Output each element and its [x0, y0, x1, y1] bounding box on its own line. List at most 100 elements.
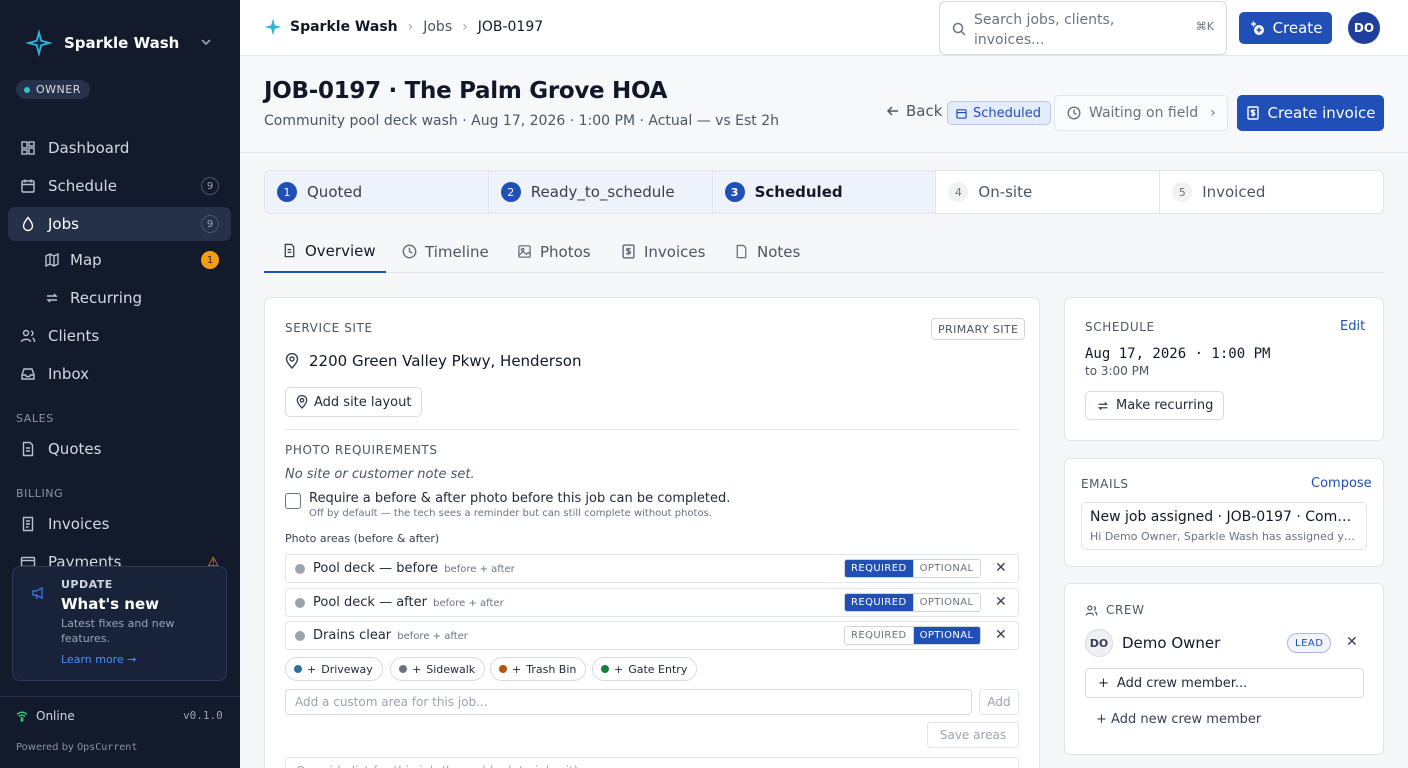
- requirement-toggle: REQUIRED OPTIONAL: [844, 593, 981, 612]
- override-list-input[interactable]: Override list for this job (leave blank …: [285, 757, 1019, 768]
- step-on-site[interactable]: 4 On-site: [936, 171, 1161, 213]
- suggested-area-chip[interactable]: + Sidewalk: [390, 657, 486, 681]
- search-icon: [952, 22, 966, 36]
- close-icon[interactable]: ✕: [995, 560, 1007, 576]
- avatar: DO: [1085, 629, 1113, 657]
- step-scheduled[interactable]: 3 Scheduled: [712, 171, 937, 213]
- create-button[interactable]: Create: [1239, 12, 1332, 44]
- site-note: No site or customer note set.: [285, 467, 475, 482]
- calendar-icon: [956, 108, 967, 119]
- map-pin-icon: [285, 353, 299, 369]
- breadcrumb-app[interactable]: Sparkle Wash: [264, 18, 398, 36]
- count-badge: 9: [201, 215, 219, 233]
- step-invoiced[interactable]: 5 Invoiced: [1160, 171, 1383, 213]
- sidebar-item-jobs[interactable]: Jobs 9: [8, 207, 231, 241]
- search-input[interactable]: Search jobs, clients, invoices... ⌘K: [939, 1, 1227, 55]
- sidebar-item-clients[interactable]: Clients: [8, 319, 231, 353]
- workspace-switcher[interactable]: Sparkle Wash: [24, 28, 179, 58]
- save-areas-button[interactable]: Save areas: [927, 722, 1019, 748]
- required-option[interactable]: REQUIRED: [845, 594, 913, 611]
- emails-card: EMAILS Compose New job assigned · JOB-01…: [1064, 458, 1384, 567]
- checkbox-label: Require a before & after photo before th…: [309, 491, 731, 506]
- make-recurring-button[interactable]: Make recurring: [1085, 391, 1225, 420]
- page-title: JOB-0197 · The Palm Grove HOA: [264, 78, 668, 104]
- invoice-icon: [20, 516, 36, 532]
- chevron-right-icon: ›: [462, 19, 468, 35]
- calendar-icon: [20, 178, 36, 194]
- avatar[interactable]: DO: [1348, 12, 1380, 44]
- optional-option[interactable]: OPTIONAL: [912, 627, 980, 644]
- add-crew-member-select[interactable]: + Add crew member...: [1085, 668, 1364, 698]
- suggested-area-chip[interactable]: + Gate Entry: [592, 657, 698, 681]
- chevron-down-icon[interactable]: [200, 36, 212, 48]
- tab-overview[interactable]: Overview: [264, 230, 386, 273]
- sidebar-item-quotes[interactable]: Quotes: [8, 432, 231, 466]
- tab-notes[interactable]: Notes: [734, 230, 800, 273]
- dashboard-icon: [20, 140, 36, 156]
- repeat-icon: [1096, 399, 1110, 413]
- requirement-toggle: REQUIRED OPTIONAL: [844, 559, 981, 578]
- close-icon[interactable]: ✕: [1346, 634, 1358, 650]
- file-icon: [734, 244, 749, 259]
- tab-photos[interactable]: Photos: [517, 230, 591, 273]
- sparkle-logo-icon: [264, 18, 282, 36]
- breadcrumb: Sparkle Wash › Jobs › JOB-0197: [264, 18, 543, 36]
- create-invoice-button[interactable]: Create invoice: [1237, 95, 1384, 131]
- map-icon: [44, 252, 60, 268]
- sidebar-footer-divider: [0, 696, 240, 697]
- add-new-crew-member-link[interactable]: + Add new crew member: [1096, 712, 1261, 727]
- inbox-icon: [20, 366, 36, 382]
- tab-invoices[interactable]: Invoices: [621, 230, 705, 273]
- step-quoted[interactable]: 1 Quoted: [265, 171, 489, 213]
- back-button[interactable]: Back: [886, 102, 942, 120]
- compose-link[interactable]: Compose: [1311, 476, 1372, 491]
- suggested-area-chip[interactable]: + Driveway: [285, 657, 383, 681]
- plus-icon: +: [1098, 675, 1109, 691]
- divider: [285, 429, 1019, 430]
- required-option[interactable]: REQUIRED: [845, 560, 913, 577]
- section-label-photo-requirements: PHOTO REQUIREMENTS: [285, 443, 438, 457]
- close-icon[interactable]: ✕: [995, 627, 1007, 643]
- area-name: Pool deck — before: [313, 561, 439, 576]
- custom-area-input[interactable]: Add a custom area for this job...: [285, 689, 972, 715]
- photo-areas-label: Photo areas (before & after): [285, 532, 440, 545]
- arrow-left-icon: [886, 104, 900, 118]
- update-description: Latest fixes and new features.: [61, 617, 175, 645]
- suggested-area-chip[interactable]: + Trash Bin: [490, 657, 587, 681]
- sidebar-item-schedule[interactable]: Schedule 9: [8, 169, 231, 203]
- breadcrumb-jobs[interactable]: Jobs: [423, 19, 452, 35]
- require-photos-checkbox[interactable]: [285, 493, 301, 509]
- edit-schedule-link[interactable]: Edit: [1340, 319, 1365, 334]
- optional-option[interactable]: OPTIONAL: [912, 560, 980, 577]
- waiting-on-field-button[interactable]: Waiting on field ›: [1054, 95, 1228, 131]
- sidebar-item-invoices[interactable]: Invoices: [8, 507, 231, 541]
- sidebar-item-label: Dashboard: [48, 139, 130, 157]
- tab-timeline[interactable]: Timeline: [402, 230, 489, 273]
- add-site-layout-button[interactable]: Add site layout: [285, 387, 423, 417]
- learn-more-link[interactable]: Learn more →: [61, 653, 136, 666]
- add-area-button[interactable]: Add: [979, 689, 1019, 715]
- section-label-service-site: SERVICE SITE: [285, 321, 373, 335]
- sidebar-item-map[interactable]: Map 1: [8, 243, 231, 277]
- optional-option[interactable]: OPTIONAL: [912, 594, 980, 611]
- sidebar-item-dashboard[interactable]: Dashboard: [8, 131, 231, 165]
- photo-area-row: Drains clear before + after REQUIRED OPT…: [285, 621, 1019, 650]
- section-label-schedule: SCHEDULE: [1085, 320, 1155, 334]
- sidebar-item-label: Jobs: [48, 215, 79, 233]
- tab-bar: Overview Timeline Photos Invoices Notes: [264, 230, 1384, 273]
- crew-member-name: Demo Owner: [1122, 634, 1221, 652]
- step-ready-to-schedule[interactable]: 2 Ready_to_schedule: [488, 171, 713, 213]
- required-option[interactable]: REQUIRED: [845, 627, 913, 644]
- brand-name: Sparkle Wash: [64, 34, 180, 52]
- status-dot: [295, 564, 305, 574]
- crew-header: CREW: [1085, 603, 1145, 617]
- sidebar-item-recurring[interactable]: Recurring: [8, 281, 231, 315]
- droplet-icon: [20, 216, 36, 232]
- close-icon[interactable]: ✕: [995, 594, 1007, 610]
- topbar: Sparkle Wash › Jobs › JOB-0197 Search jo…: [240, 0, 1408, 56]
- area-hint: before + after: [433, 598, 504, 609]
- email-list-item[interactable]: New job assigned · JOB-0197 · Community …: [1081, 502, 1367, 550]
- sidebar-item-inbox[interactable]: Inbox: [8, 357, 231, 391]
- count-badge: 1: [201, 251, 219, 269]
- color-dot: [601, 665, 609, 673]
